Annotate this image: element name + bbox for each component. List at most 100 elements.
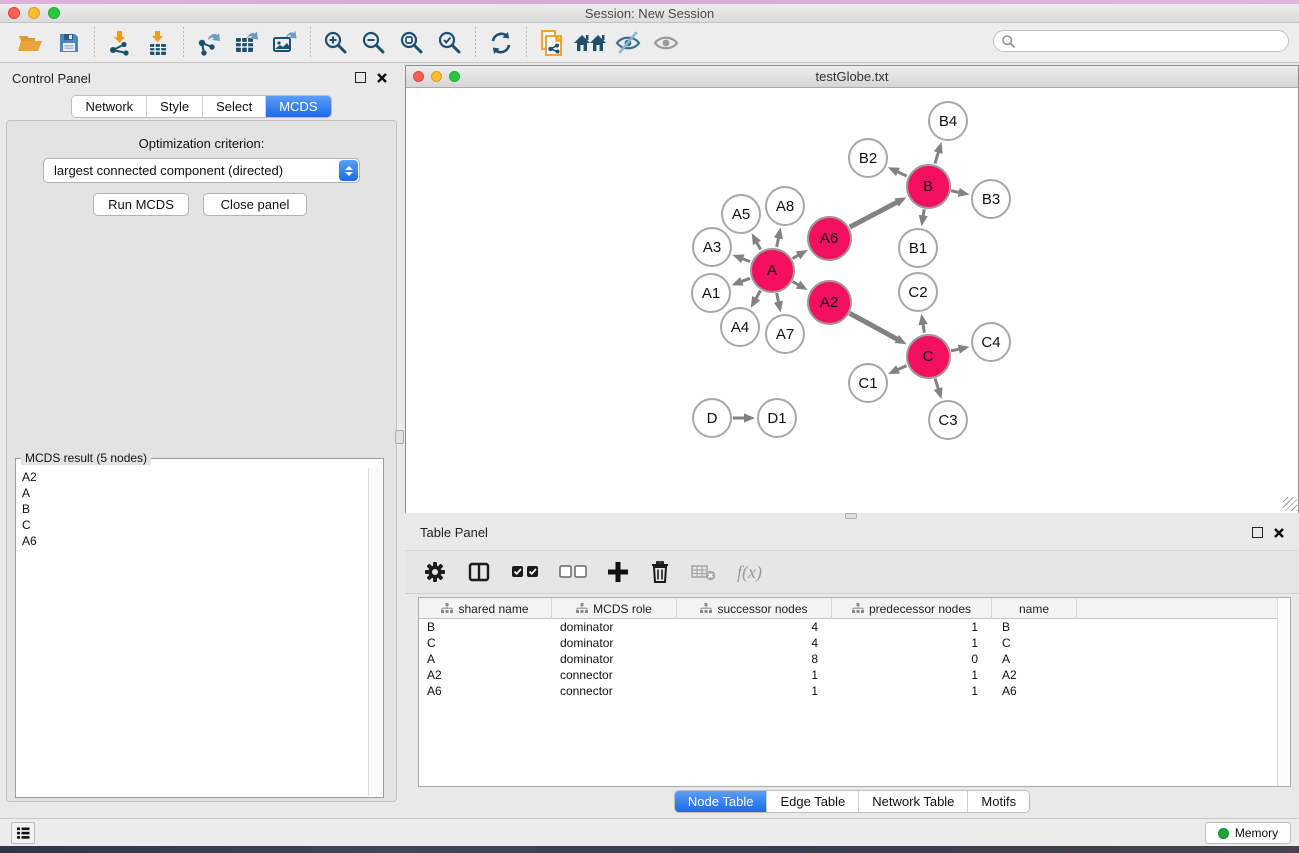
table-cell[interactable]: 1 [832, 683, 992, 699]
close-panel-icon[interactable] [1273, 527, 1285, 539]
column-header-MCDS-role[interactable]: MCDS role [552, 598, 677, 619]
tab-edge-table[interactable]: Edge Table [766, 791, 858, 812]
table-cell[interactable]: C [419, 635, 552, 651]
graph-node-B[interactable]: B [906, 164, 951, 209]
show-columns-icon[interactable] [467, 556, 491, 588]
criterion-dropdown[interactable]: largest connected component (directed) [43, 158, 360, 183]
export-network-icon[interactable] [190, 26, 228, 60]
table-scrollbar[interactable] [1277, 598, 1290, 786]
table-cell[interactable]: 4 [677, 635, 832, 651]
import-network-icon[interactable] [101, 26, 139, 60]
show-all-eye-icon[interactable] [647, 26, 685, 60]
task-history-button[interactable] [11, 822, 35, 844]
delete-columns-trash-icon[interactable] [649, 556, 671, 588]
edge-A2-C[interactable] [850, 313, 899, 340]
graph-node-C[interactable]: C [906, 334, 951, 379]
table-cell[interactable]: A2 [419, 667, 552, 683]
close-panel-button[interactable]: Close panel [203, 193, 307, 216]
table-cell[interactable]: 1 [832, 635, 992, 651]
graph-node-D[interactable]: D [692, 398, 732, 438]
tab-node-table[interactable]: Node Table [675, 791, 767, 812]
mcds-result-item[interactable]: B [22, 501, 367, 517]
mcds-list-scrollbar[interactable] [368, 468, 382, 796]
column-header-successor-nodes[interactable]: successor nodes [677, 598, 832, 619]
float-panel-icon[interactable] [1252, 527, 1263, 538]
graph-node-A[interactable]: A [750, 248, 795, 293]
table-row[interactable]: Cdominator41C [419, 635, 1277, 651]
table-cell[interactable]: connector [552, 683, 677, 699]
column-header-name[interactable]: name [992, 598, 1077, 619]
table-row[interactable]: A2connector11A2 [419, 667, 1277, 683]
table-cell[interactable]: dominator [552, 635, 677, 651]
graph-node-A6[interactable]: A6 [807, 216, 852, 261]
table-cell[interactable]: 1 [677, 667, 832, 683]
column-header-predecessor-nodes[interactable]: predecessor nodes [832, 598, 992, 619]
graph-node-A1[interactable]: A1 [691, 273, 731, 313]
zoom-in-icon[interactable] [317, 26, 355, 60]
vertical-splitter-handle[interactable] [395, 430, 404, 444]
table-cell[interactable]: 4 [677, 619, 832, 635]
graph-node-A2[interactable]: A2 [807, 280, 852, 325]
table-cell[interactable]: A [992, 651, 1077, 667]
zoom-out-icon[interactable] [355, 26, 393, 60]
add-column-icon[interactable] [607, 556, 629, 588]
tab-style[interactable]: Style [146, 96, 202, 117]
column-header-shared-name[interactable]: shared name [419, 598, 552, 619]
search-field[interactable] [993, 30, 1289, 52]
search-input[interactable] [1016, 33, 1288, 49]
save-session-icon[interactable] [50, 26, 88, 60]
mcds-result-item[interactable]: A [22, 485, 367, 501]
tab-select[interactable]: Select [202, 96, 265, 117]
clone-network-icon[interactable] [533, 26, 571, 60]
table-cell[interactable]: dominator [552, 619, 677, 635]
export-image-icon[interactable] [266, 26, 304, 60]
run-mcds-button[interactable]: Run MCDS [93, 193, 189, 216]
table-cell[interactable]: connector [552, 667, 677, 683]
open-session-icon[interactable] [12, 26, 50, 60]
graph-node-B4[interactable]: B4 [928, 101, 968, 141]
tab-motifs[interactable]: Motifs [967, 791, 1029, 812]
tab-network[interactable]: Network [72, 96, 146, 117]
graph-node-A3[interactable]: A3 [692, 227, 732, 267]
table-row[interactable]: Adominator80A [419, 651, 1277, 667]
tab-network-table[interactable]: Network Table [858, 791, 967, 812]
mcds-result-item[interactable]: C [22, 517, 367, 533]
table-options-gear-icon[interactable] [423, 556, 447, 588]
table-cell[interactable]: A [419, 651, 552, 667]
zoom-fit-icon[interactable] [393, 26, 431, 60]
graph-node-B1[interactable]: B1 [898, 228, 938, 268]
zoom-selected-icon[interactable] [431, 26, 469, 60]
graph-node-A8[interactable]: A8 [765, 186, 805, 226]
graph-node-C1[interactable]: C1 [848, 363, 888, 403]
mcds-result-item[interactable]: A2 [22, 469, 367, 485]
memory-button[interactable]: Memory [1205, 822, 1291, 844]
table-cell[interactable]: 1 [832, 619, 992, 635]
graph-node-D1[interactable]: D1 [757, 398, 797, 438]
graph-node-A5[interactable]: A5 [721, 194, 761, 234]
graph-node-C2[interactable]: C2 [898, 272, 938, 312]
deselect-all-checks-icon[interactable] [559, 556, 587, 588]
graph-node-C4[interactable]: C4 [971, 322, 1011, 362]
table-cell[interactable]: dominator [552, 651, 677, 667]
table-cell[interactable]: 0 [832, 651, 992, 667]
resize-grip-icon[interactable] [1283, 497, 1297, 511]
table-row[interactable]: Bdominator41B [419, 619, 1277, 635]
network-canvas[interactable]: B4B2BB3A8A5A6A3B1AC2A1A2A4A7C4CC1DD1C3 [406, 89, 1298, 513]
table-cell[interactable]: C [992, 635, 1077, 651]
table-cell[interactable]: A6 [992, 683, 1077, 699]
graph-node-B3[interactable]: B3 [971, 179, 1011, 219]
table-cell[interactable]: B [992, 619, 1077, 635]
graph-node-A4[interactable]: A4 [720, 307, 760, 347]
edge-B-B4[interactable] [935, 151, 939, 164]
tab-mcds[interactable]: MCDS [265, 96, 330, 117]
mcds-result-list[interactable]: A2ABCA6 [18, 469, 367, 795]
table-cell[interactable]: 8 [677, 651, 832, 667]
table-row[interactable]: A6connector11A6 [419, 683, 1277, 699]
apply-layout-icon[interactable] [482, 26, 520, 60]
graph-node-B2[interactable]: B2 [848, 138, 888, 178]
import-table-icon[interactable] [139, 26, 177, 60]
first-neighbors-houses-icon[interactable] [571, 26, 609, 60]
float-panel-icon[interactable] [355, 72, 366, 83]
graph-node-A7[interactable]: A7 [765, 314, 805, 354]
table-cell[interactable]: A2 [992, 667, 1077, 683]
